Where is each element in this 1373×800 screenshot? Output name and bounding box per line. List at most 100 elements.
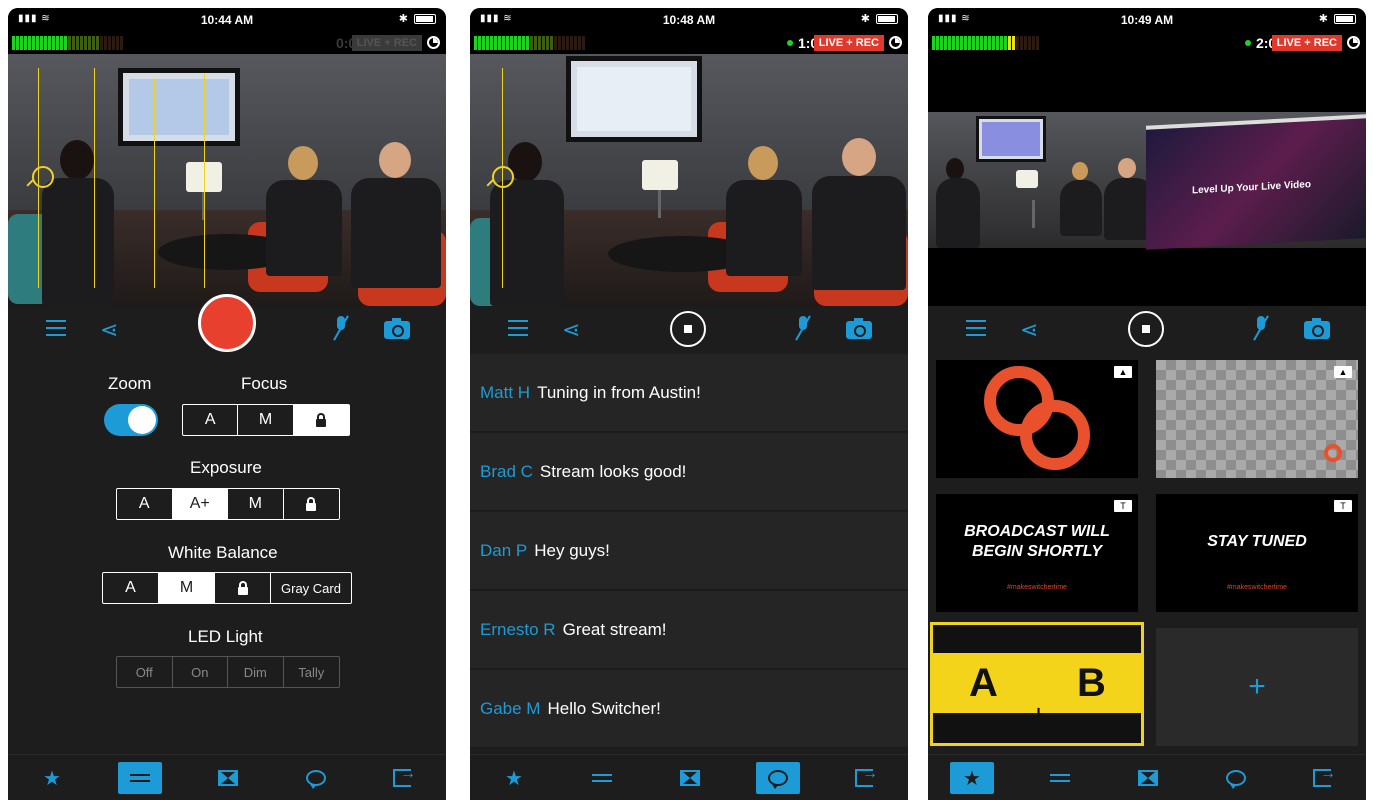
transition-icon — [1138, 770, 1158, 786]
tab-settings[interactable] — [580, 762, 624, 794]
tile-hashtag: #makeswitchertime — [1007, 584, 1067, 591]
focus-auto-option[interactable]: A — [183, 405, 239, 435]
led-on-option[interactable]: On — [173, 657, 228, 687]
camera-switch-icon[interactable] — [384, 318, 410, 339]
star-icon: ★ — [963, 767, 981, 790]
timer-icon[interactable] — [427, 36, 440, 49]
favorite-tile-title[interactable]: BROADCAST WILL BEGIN SHORTLY #makeswitch… — [936, 494, 1138, 612]
led-light-segmented-control: Off On Dim Tally — [116, 656, 340, 688]
camera-switch-icon[interactable] — [846, 318, 872, 339]
wb-auto-option[interactable]: A — [103, 573, 159, 603]
tab-favorites[interactable]: ★ — [950, 762, 994, 794]
comment-row[interactable]: Gabe M Hello Switcher! — [470, 670, 908, 748]
record-bar: 2:05 LIVE + REC — [928, 32, 1366, 54]
status-bar: ▮▮▮ ≋ 10:49 AM ✱ — [928, 8, 1366, 32]
led-off-option[interactable]: Off — [117, 657, 173, 687]
camera-preview[interactable]: Level Up Your Live Video — [928, 54, 1366, 306]
star-icon: ★ — [505, 767, 523, 790]
menu-icon[interactable] — [46, 320, 66, 336]
overlay-text: Level Up Your Live Video — [1192, 179, 1311, 197]
camera-switch-icon[interactable] — [1304, 318, 1330, 339]
exposure-manual-option[interactable]: M — [228, 489, 284, 519]
star-icon: ★ — [43, 767, 61, 790]
share-icon[interactable]: ⋖ — [100, 317, 118, 343]
timer-icon[interactable] — [889, 36, 902, 49]
exposure-label: Exposure — [190, 458, 262, 477]
tab-exit[interactable] — [380, 762, 424, 794]
tab-transitions[interactable] — [1126, 762, 1170, 794]
focus-lock-option[interactable] — [293, 405, 350, 435]
tab-favorites[interactable]: ★ — [492, 762, 536, 794]
overlay-graphic: Level Up Your Live Video — [1146, 114, 1366, 250]
camera-preview[interactable] — [8, 54, 446, 306]
live-dot-icon — [786, 40, 793, 46]
comment-text: Stream looks good! — [539, 461, 687, 481]
bluetooth-icon: ✱ — [860, 13, 870, 25]
focus-reticle-icon[interactable] — [32, 166, 54, 188]
comment-row[interactable]: Dan P Hey guys! — [470, 512, 908, 590]
live-rec-badge: LIVE + REC — [813, 35, 884, 51]
lock-icon — [306, 497, 317, 511]
exit-icon — [1313, 765, 1336, 787]
tab-comments[interactable] — [1214, 762, 1258, 794]
wb-manual-option[interactable]: M — [159, 573, 215, 603]
tab-favorites[interactable]: ★ — [30, 762, 74, 794]
battery-icon — [876, 14, 898, 24]
comment-row[interactable]: Brad C Stream looks good! — [470, 433, 908, 511]
led-tally-option[interactable]: Tally — [284, 657, 340, 687]
mic-muted-icon[interactable] — [795, 315, 811, 341]
led-dim-option[interactable]: Dim — [228, 657, 284, 687]
led-light-label: LED Light — [188, 627, 263, 646]
focus-reticle-icon[interactable] — [492, 166, 514, 188]
sliders-icon — [592, 771, 612, 785]
comment-row[interactable]: Matt H Tuning in from Austin! — [470, 354, 908, 432]
tab-settings[interactable] — [118, 762, 162, 794]
zoom-toggle[interactable] — [104, 404, 158, 436]
stop-button[interactable] — [1128, 311, 1164, 347]
stop-button[interactable] — [670, 311, 706, 347]
comment-author: Ernesto R — [480, 619, 556, 639]
add-favorite-button[interactable]: + — [1156, 628, 1358, 746]
tv-screen — [566, 56, 702, 142]
comment-text: Hello Switcher! — [547, 698, 661, 718]
favorite-tile-ab-layout[interactable]: A B ✛ — [930, 622, 1144, 746]
favorite-tile-title[interactable]: STAY TUNED #makeswitchertime T — [1156, 494, 1358, 612]
favorite-tile-transparent-logo[interactable]: ▲ — [1156, 360, 1358, 478]
focus-label: Focus — [241, 374, 288, 393]
share-icon[interactable]: ⋖ — [562, 317, 580, 343]
record-button[interactable] — [198, 294, 256, 352]
wb-gray-card-option[interactable]: Gray Card — [271, 573, 351, 603]
favorite-tile-logo[interactable]: ▲ — [936, 360, 1138, 478]
white-balance-segmented-control: A M Gray Card — [102, 572, 352, 604]
exposure-auto-plus-option[interactable]: A+ — [172, 489, 228, 519]
comment-text: Hey guys! — [534, 540, 610, 560]
image-badge-icon: ▲ — [1114, 366, 1132, 378]
exposure-lock-option[interactable] — [284, 489, 340, 519]
comment-row[interactable]: Ernesto R Great stream! — [470, 591, 908, 669]
phone-screen-favorites: ▮▮▮ ≋ 10:49 AM ✱ 2:05 LIVE + REC Level U… — [928, 8, 1366, 800]
share-icon[interactable]: ⋖ — [1020, 317, 1038, 343]
phone-screen-camera-settings: ▮▮▮ ≋ 10:44 AM ✱ 0:00 LIVE + REC ⋖ Zoom … — [8, 8, 446, 800]
menu-icon[interactable] — [508, 320, 528, 336]
tab-settings[interactable] — [1038, 762, 1082, 794]
mic-muted-icon[interactable] — [333, 315, 349, 341]
camera-preview[interactable] — [470, 54, 908, 306]
menu-icon[interactable] — [966, 320, 986, 336]
wb-lock-option[interactable] — [215, 573, 271, 603]
tab-exit[interactable] — [842, 762, 886, 794]
focus-manual-option[interactable]: M — [238, 405, 294, 435]
record-bar: 0:00 LIVE + REC — [8, 32, 446, 54]
mic-muted-icon[interactable] — [1253, 315, 1269, 341]
tab-bar: ★ — [928, 754, 1366, 800]
battery-icon — [1334, 14, 1356, 24]
exposure-auto-option[interactable]: A — [117, 489, 173, 519]
tab-transitions[interactable] — [206, 762, 250, 794]
tab-exit[interactable] — [1300, 762, 1344, 794]
tab-comments[interactable] — [756, 762, 800, 794]
timer-icon[interactable] — [1347, 36, 1360, 49]
tv-screen — [118, 68, 240, 146]
tab-comments[interactable] — [294, 762, 338, 794]
live-rec-badge: LIVE + REC — [351, 35, 422, 51]
battery-icon — [414, 14, 436, 24]
tab-transitions[interactable] — [668, 762, 712, 794]
